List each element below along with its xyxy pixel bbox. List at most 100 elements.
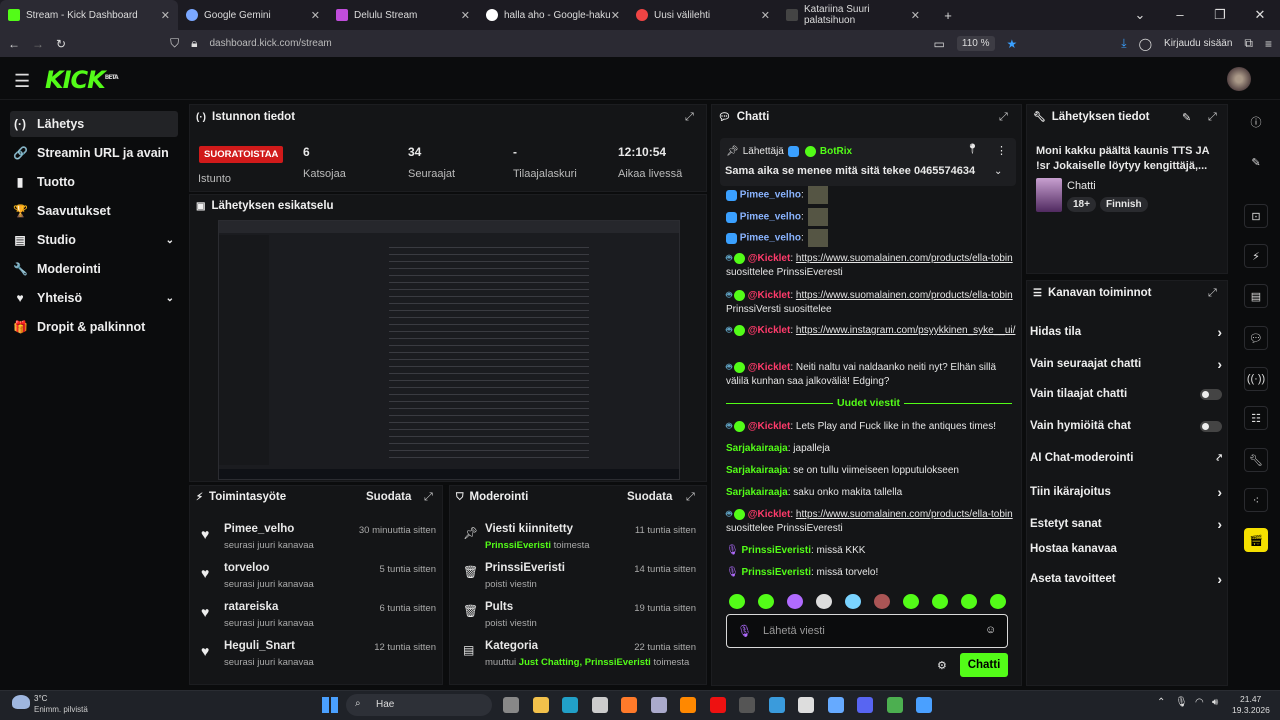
vlc-icon[interactable] [680, 697, 696, 713]
wifi-icon[interactable]: ◠ [1195, 697, 1204, 708]
mic-icon[interactable]: 🎙︎ [737, 624, 752, 638]
chat-username[interactable]: PrinssiEveristi [741, 567, 810, 578]
camera-icon[interactable]: ⊡ [1244, 204, 1268, 228]
channel-action-8[interactable]: Aseta tavoitteet › [1030, 571, 1222, 587]
wrench-icon[interactable]: 🔧︎ [1244, 448, 1268, 472]
reader-icon[interactable]: ▭ [934, 37, 945, 51]
tab-new[interactable]: Uusi välilehti ✕ [628, 0, 778, 30]
unpin-icon[interactable]: 📍︎ [966, 144, 979, 155]
channel-action-3[interactable]: Vain hymiöitä chat [1030, 420, 1222, 432]
chevron-down-icon[interactable]: ⌄ [166, 293, 174, 304]
forward-icon[interactable]: → [32, 37, 44, 51]
nav-item-studio[interactable]: ▤ Studio ⌄ [10, 227, 178, 253]
emote-button[interactable] [961, 594, 977, 609]
menu-icon[interactable]: ≡ [1265, 37, 1272, 51]
chat-message[interactable]: Sarjakairaaja: se on tullu viimeiseen lo… [726, 464, 1016, 478]
tab-gemini[interactable]: Google Gemini ✕ [178, 0, 328, 30]
emote-button[interactable] [758, 594, 774, 609]
tab-google-search[interactable]: halla aho - Google-haku ✕ [478, 0, 628, 30]
moderation-user[interactable]: PrinssiEveristi [585, 657, 651, 668]
channel-action-2[interactable]: Vain tilaajat chatti [1030, 388, 1222, 400]
microphone-icon[interactable]: 🎙︎ [1175, 697, 1188, 708]
chat-username[interactable]: Pimee_velho [740, 233, 801, 244]
discord-icon[interactable] [857, 697, 873, 713]
moderation-item[interactable]: Kategoria [485, 640, 538, 652]
chevron-right-icon[interactable]: › [1217, 516, 1222, 532]
expand-icon[interactable]: ⤢ [1208, 111, 1217, 124]
info-icon[interactable]: ⓘ [1244, 110, 1268, 134]
tab-katariina[interactable]: Katariina Suuri palatsihuon ✕ [778, 0, 928, 30]
avatar[interactable] [1227, 67, 1251, 91]
expand-icon[interactable]: ⤢ [999, 111, 1008, 124]
activity-filter-button[interactable]: Suodata [366, 491, 411, 503]
weather-icon[interactable] [12, 695, 30, 709]
chat-message[interactable]: 🤖︎ @Kicklet: https://www.instagram.com/p… [726, 324, 1016, 338]
edge-icon[interactable] [562, 697, 578, 713]
chat-input[interactable]: 🎙︎ Lähetä viesti ☺ [726, 614, 1008, 648]
notepad-icon[interactable] [916, 697, 932, 713]
moderation-user[interactable]: PrinssiEveristi [485, 540, 551, 551]
channel-action-4[interactable]: AI Chat-moderointi ⤤ [1030, 452, 1222, 464]
emote-button[interactable] [845, 594, 861, 609]
pencil-icon[interactable]: ✎ [1244, 150, 1268, 174]
tab-list-icon[interactable]: ⌄ [1120, 7, 1160, 23]
bookmark-star-icon[interactable]: ★ [1007, 37, 1018, 51]
expand-icon[interactable]: ⤢ [685, 111, 694, 124]
chat-username[interactable]: Sarjakairaaja [726, 487, 788, 498]
pinned-message[interactable]: 📌︎ Lähettäjä BotRix Sama aika se menee m… [720, 138, 1016, 186]
toggle-switch[interactable] [1200, 420, 1222, 432]
chat-username[interactable]: Sarjakairaaja [726, 465, 788, 476]
tab-delulu[interactable]: Delulu Stream ✕ [328, 0, 478, 30]
bolt-icon[interactable]: ⚡︎ [1244, 244, 1268, 268]
task-view-icon[interactable] [503, 697, 519, 713]
close-icon[interactable]: ✕ [161, 9, 170, 22]
chrome-icon[interactable] [886, 697, 903, 713]
url-input[interactable]: dashboard.kick.com/stream [209, 38, 331, 49]
weather-desc[interactable]: Enimm. pilvistä [34, 705, 88, 714]
close-icon[interactable]: ✕ [761, 9, 770, 22]
chat-message[interactable]: Sarjakairaaja: japalleja [726, 442, 1016, 456]
close-icon[interactable]: ✕ [311, 9, 320, 22]
moderation-item[interactable]: Viesti kiinnitetty [485, 523, 573, 535]
chat-message[interactable]: 🤖︎ @Kicklet: Lets Play and Fuck like in … [726, 420, 1016, 434]
emote-button[interactable] [874, 594, 890, 609]
hamburger-icon[interactable]: ☰ [14, 71, 30, 92]
chevron-right-icon[interactable]: › [1217, 324, 1222, 340]
app-icon[interactable] [827, 697, 844, 713]
download-icon[interactable]: ⤓ [1121, 36, 1126, 51]
nav-item-lähetys[interactable]: (·) Lähetys [10, 111, 178, 137]
chevron-down-icon[interactable]: ⌄ [994, 166, 1002, 177]
chat-username[interactable]: Pimee_velho [740, 212, 801, 223]
chat-message[interactable]: 🎙︎ PrinssiEveristi: missä torvelo! [726, 566, 1016, 580]
chat-text[interactable]: https://www.suomalainen.com/products/ell… [796, 253, 1013, 264]
back-icon[interactable]: ← [8, 37, 20, 51]
emote-button[interactable] [932, 594, 948, 609]
paint-icon[interactable] [768, 697, 785, 713]
nav-item-tuotto[interactable]: ▮ Tuotto [10, 169, 178, 195]
obs-icon[interactable] [798, 697, 814, 713]
moderation-item[interactable]: Pults [485, 601, 513, 613]
category-name[interactable]: Just Chatting, [519, 657, 582, 668]
chat-message[interactable]: 🤖︎ @Kicklet: Neiti naltu vai naldaanko n… [726, 361, 1016, 389]
chat-message[interactable]: Pimee_velho: [726, 208, 1016, 226]
window-close-icon[interactable]: ✕ [1240, 7, 1280, 23]
expand-icon[interactable]: ⤢ [1208, 287, 1217, 300]
emote-button[interactable] [729, 594, 745, 609]
more-icon[interactable]: ⋮ [996, 144, 1007, 157]
chat-text[interactable]: https://www.suomalainen.com/products/ell… [796, 290, 1013, 301]
expand-icon[interactable]: ⤢ [424, 491, 433, 504]
nav-item-yhteisö[interactable]: ♥ Yhteisö ⌄ [10, 285, 178, 311]
chat-username[interactable]: @Kicklet [748, 253, 791, 264]
chat-text[interactable]: https://www.instagram.com/psyykkinen_syk… [796, 325, 1016, 336]
nav-item-streamin-url-ja-avain[interactable]: 🔗 Streamin URL ja avain [10, 140, 178, 166]
emote-button[interactable] [903, 594, 919, 609]
chat-username[interactable]: Pimee_velho [740, 190, 801, 201]
clock-time[interactable]: 21.47 [1240, 694, 1261, 704]
extensions-icon[interactable]: ⧉ [1244, 36, 1253, 51]
chat-message[interactable]: 🎙︎ PrinssiEveristi: missä KKK [726, 544, 1016, 558]
chat-icon[interactable]: 💬︎ [1244, 326, 1268, 350]
channel-action-6[interactable]: Estetyt sanat › [1030, 516, 1222, 532]
chat-message[interactable]: 🤖︎ @Kicklet: https://www.suomalainen.com… [726, 508, 1016, 536]
steam-icon[interactable] [650, 697, 667, 713]
firefox-icon[interactable] [621, 697, 637, 713]
